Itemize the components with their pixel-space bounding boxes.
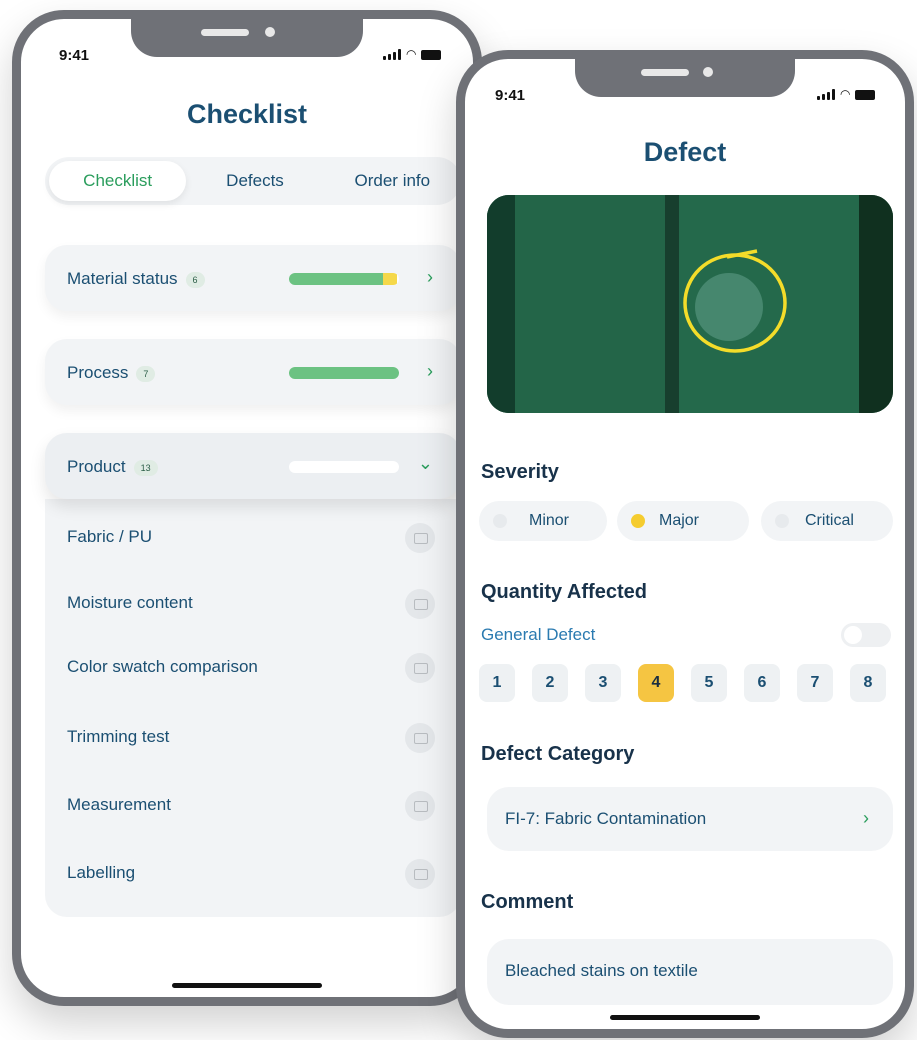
section-label: Process 7 (67, 363, 156, 383)
signal-icon (817, 89, 835, 100)
quantity-option-6[interactable]: 6 (744, 664, 780, 702)
quantity-option-7[interactable]: 7 (797, 664, 833, 702)
progress-bar (289, 461, 399, 473)
camera-icon[interactable] (405, 589, 435, 619)
quantity-option-1[interactable]: 1 (479, 664, 515, 702)
general-defect-label: General Defect (481, 625, 596, 644)
phone-notch (131, 19, 363, 57)
camera-icon[interactable] (405, 523, 435, 553)
defect-phone: 9:41 ◠ Defect Severity Minor Major Criti… (456, 50, 914, 1038)
progress-bar (289, 273, 399, 285)
camera-icon[interactable] (405, 859, 435, 889)
speaker (641, 69, 689, 76)
signal-icon (383, 49, 401, 60)
product-items-list: Fabric / PU Moisture content Color swatc… (45, 499, 461, 917)
chevron-right-icon: › (427, 267, 433, 287)
item-label: Moisture content (67, 593, 193, 612)
list-item[interactable]: Measurement (45, 771, 461, 837)
front-camera (265, 27, 275, 37)
severity-critical-option[interactable]: Critical (761, 501, 893, 541)
camera-icon[interactable] (405, 791, 435, 821)
item-label: Color swatch comparison (67, 657, 258, 676)
defect-photo[interactable] (487, 195, 893, 413)
progress-bar (289, 367, 399, 379)
category-value: FI-7: Fabric Contamination (505, 809, 707, 828)
list-item[interactable]: Fabric / PU (45, 503, 461, 569)
quantity-option-2[interactable]: 2 (532, 664, 568, 702)
fabric-photo-image (487, 195, 893, 413)
quantity-heading: Quantity Affected (481, 581, 647, 603)
chevron-down-icon: ⌄ (417, 453, 433, 473)
comment-text: Bleached stains on textile (505, 961, 698, 980)
radio-dot-selected (631, 514, 645, 528)
phone-notch (575, 59, 795, 97)
count-badge: 6 (185, 271, 205, 288)
section-material-status[interactable]: Material status 6 › (45, 245, 461, 311)
status-time: 9:41 (59, 47, 90, 64)
severity-minor-option[interactable]: Minor (479, 501, 607, 541)
severity-major-option[interactable]: Major (617, 501, 749, 541)
wifi-icon: ◠ (406, 47, 417, 61)
wifi-icon: ◠ (840, 87, 851, 101)
camera-icon[interactable] (405, 653, 435, 683)
item-label: Measurement (67, 795, 171, 814)
tab-checklist[interactable]: Checklist (49, 161, 187, 201)
status-time: 9:41 (495, 87, 526, 104)
radio-dot (775, 514, 789, 528)
progress-fill (289, 367, 399, 379)
home-indicator (172, 983, 322, 988)
severity-heading: Severity (481, 461, 559, 483)
tab-defects[interactable]: Defects (186, 161, 323, 201)
battery-icon (855, 90, 876, 100)
defect-category-select[interactable]: FI-7: Fabric Contamination › (487, 787, 893, 851)
general-defect-toggle[interactable] (841, 623, 891, 647)
section-product[interactable]: Product 13 ⌄ (45, 433, 461, 499)
comment-field[interactable]: Bleached stains on textile (487, 939, 893, 1005)
checklist-phone: 9:41 ◠ Checklist Checklist Defects Order… (12, 10, 482, 1006)
list-item[interactable]: Moisture content (45, 569, 461, 635)
tab-bar: Checklist Defects Order info (45, 157, 461, 205)
severity-label: Major (659, 512, 700, 529)
page-title: Defect (643, 137, 727, 167)
battery-icon (421, 50, 442, 60)
status-icons: ◠ (383, 47, 442, 61)
section-label: Product 13 (67, 457, 158, 477)
quantity-option-5[interactable]: 5 (691, 664, 727, 702)
section-process[interactable]: Process 7 › (45, 339, 461, 405)
list-item[interactable]: Trimming test (45, 703, 461, 769)
front-camera (703, 67, 713, 77)
video-icon[interactable] (405, 723, 435, 753)
chevron-right-icon: › (863, 808, 869, 828)
item-label: Labelling (67, 863, 136, 882)
list-item[interactable]: Color swatch comparison (45, 633, 461, 699)
count-badge: 7 (136, 365, 156, 382)
count-badge: 13 (133, 459, 158, 476)
progress-fill (289, 273, 383, 285)
item-label: Trimming test (67, 727, 170, 746)
radio-dot (493, 514, 507, 528)
item-label: Fabric / PU (67, 527, 153, 546)
tab-order-info[interactable]: Order info (324, 161, 461, 201)
page-title: Checklist (186, 99, 308, 129)
severity-label: Critical (805, 512, 854, 529)
quantity-option-3[interactable]: 3 (585, 664, 621, 702)
speaker (201, 29, 249, 36)
comment-heading: Comment (481, 891, 574, 913)
home-indicator (610, 1015, 760, 1020)
category-heading: Defect Category (481, 743, 635, 765)
section-label: Material status 6 (67, 269, 205, 289)
chevron-right-icon: › (427, 361, 433, 381)
quantity-option-8[interactable]: 8 (850, 664, 886, 702)
list-item[interactable]: Labelling (45, 839, 461, 905)
severity-label: Minor (529, 512, 570, 529)
progress-warning-fill (382, 273, 397, 285)
status-icons: ◠ (817, 87, 876, 101)
quantity-option-4[interactable]: 4 (638, 664, 674, 702)
